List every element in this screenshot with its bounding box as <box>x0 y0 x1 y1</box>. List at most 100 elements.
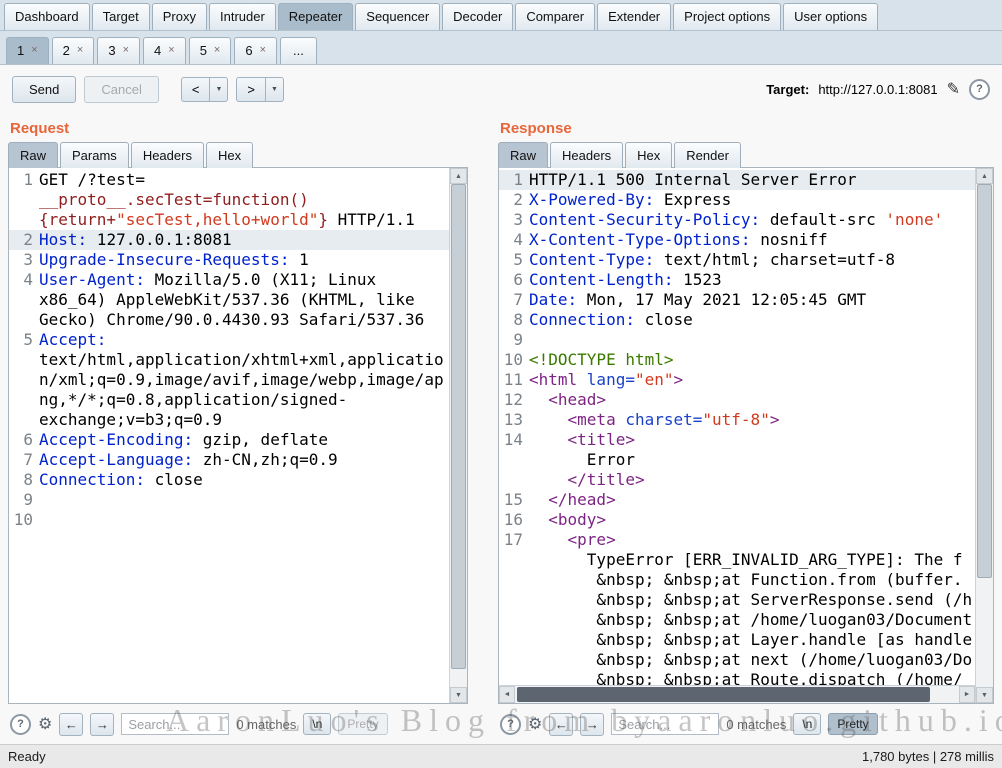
close-tab-icon[interactable]: × <box>214 45 220 56</box>
repeater-session-tab-6[interactable]: 6 × <box>234 37 278 64</box>
request-code-area[interactable]: 1 GET /?test= __proto__.secTest=function(… <box>9 168 449 703</box>
close-tab-icon[interactable]: × <box>123 45 129 56</box>
search-next-button[interactable]: → <box>580 712 605 736</box>
scroll-left-button[interactable]: ◄ <box>499 686 515 703</box>
main-tab-extender[interactable]: Extender <box>597 3 672 30</box>
response-code-line[interactable]: 17 <pre> <box>499 530 975 550</box>
search-prev-button[interactable]: ← <box>59 712 84 736</box>
response-code-line[interactable]: &nbsp; &nbsp;at Function.from (buffer. <box>499 570 975 590</box>
request-tab-raw[interactable]: Raw <box>8 142 59 168</box>
response-code-line[interactable]: 8 Connection: close <box>499 310 975 330</box>
request-code-line[interactable]: 4 User-Agent: Mozilla/5.0 (X11; Linux x86… <box>9 270 449 330</box>
newline-toggle-button[interactable]: \n <box>793 713 822 735</box>
repeater-session-tab-3[interactable]: 3 × <box>97 37 141 64</box>
request-code-line[interactable]: 1 GET /?test= __proto__.secTest=function(… <box>9 170 449 230</box>
response-code-line[interactable]: </title> <box>499 470 975 490</box>
response-code-line[interactable]: 11 <html lang="en"> <box>499 370 975 390</box>
send-button[interactable]: Send <box>12 75 77 103</box>
response-code-line[interactable]: &nbsp; &nbsp;at Layer.handle [as handle <box>499 630 975 650</box>
response-code-line[interactable]: TypeError [ERR_INVALID_ARG_TYPE]: The f <box>499 550 975 570</box>
scrollbar-thumb[interactable] <box>977 184 992 579</box>
history-forward-dropdown-icon[interactable]: ▼ <box>266 78 283 101</box>
main-tab-sequencer[interactable]: Sequencer <box>355 3 441 30</box>
scroll-down-button[interactable]: ▼ <box>976 687 993 703</box>
close-tab-icon[interactable]: × <box>31 45 37 56</box>
scrollbar-thumb[interactable] <box>451 184 466 669</box>
scrollbar-track[interactable] <box>976 184 993 687</box>
pretty-button[interactable]: Pretty <box>338 713 388 735</box>
search-next-button[interactable]: → <box>90 712 115 736</box>
request-code-line[interactable]: 3 Upgrade-Insecure-Requests: 1 <box>9 250 449 270</box>
panel-splitter[interactable] <box>468 113 498 744</box>
response-horizontal-scrollbar[interactable]: ◄ ► <box>499 685 975 703</box>
response-code-line[interactable]: Error <box>499 450 975 470</box>
edit-target-icon[interactable]: ✎ <box>947 79 960 99</box>
request-code-line[interactable]: 7 Accept-Language: zh-CN,zh;q=0.9 <box>9 450 449 470</box>
close-tab-icon[interactable]: × <box>260 45 266 56</box>
scroll-up-button[interactable]: ▲ <box>976 168 993 184</box>
response-code-line[interactable]: 4 X-Content-Type-Options: nosniff <box>499 230 975 250</box>
request-code-line[interactable]: 10 <box>9 510 449 530</box>
search-input[interactable] <box>611 713 720 735</box>
help-icon[interactable]: ? <box>969 78 990 100</box>
response-tab-render[interactable]: Render <box>674 142 741 168</box>
response-code-line[interactable]: 2 X-Powered-By: Express <box>499 190 975 210</box>
response-code-line[interactable]: 6 Content-Length: 1523 <box>499 270 975 290</box>
scrollbar-thumb[interactable] <box>517 687 930 702</box>
main-tab-user-options[interactable]: User options <box>783 3 879 30</box>
scroll-right-button[interactable]: ► <box>959 686 975 703</box>
response-code-line[interactable]: 5 Content-Type: text/html; charset=utf-8 <box>499 250 975 270</box>
response-code-line[interactable]: 1 HTTP/1.1 500 Internal Server Error <box>499 170 975 190</box>
main-tab-proxy[interactable]: Proxy <box>151 3 207 30</box>
cancel-button[interactable]: Cancel <box>84 75 159 103</box>
response-code-line[interactable]: &nbsp; &nbsp;at Route.dispatch (/home/ <box>499 670 975 685</box>
request-code-line[interactable]: 9 <box>9 490 449 510</box>
repeater-session-tab-4[interactable]: 4 × <box>143 37 186 64</box>
repeater-session-tab-1[interactable]: 1 × <box>6 37 49 64</box>
help-icon[interactable]: ? <box>500 713 521 735</box>
history-forward-button[interactable]: > <box>237 77 266 101</box>
help-icon[interactable]: ? <box>10 713 31 735</box>
response-code-area[interactable]: 1 HTTP/1.1 500 Internal Server Error 2 X-Po… <box>499 168 975 685</box>
settings-gear-icon[interactable]: ⚙ <box>38 714 52 734</box>
close-tab-icon[interactable]: × <box>168 45 174 56</box>
search-input[interactable] <box>121 713 230 735</box>
request-code-line[interactable]: 5 Accept: text/html,application/xhtml+xml… <box>9 330 449 430</box>
repeater-session-tab-more[interactable]: ... <box>280 37 317 64</box>
response-code-line[interactable]: 13 <meta charset="utf-8"> <box>499 410 975 430</box>
repeater-session-tab-2[interactable]: 2 × <box>51 37 95 64</box>
newline-toggle-button[interactable]: \n <box>303 713 332 735</box>
response-code-line[interactable]: &nbsp; &nbsp;at ServerResponse.send (/h <box>499 590 975 610</box>
response-code-line[interactable]: 12 <head> <box>499 390 975 410</box>
response-code-line[interactable]: &nbsp; &nbsp;at next (/home/luogan03/Do <box>499 650 975 670</box>
history-back-dropdown-icon[interactable]: ▼ <box>210 78 227 101</box>
response-code-line[interactable]: 3 Content-Security-Policy: default-src 'n… <box>499 210 975 230</box>
response-editor[interactable]: 1 HTTP/1.1 500 Internal Server Error 2 X-Po… <box>498 167 994 704</box>
pretty-button[interactable]: Pretty <box>828 713 878 735</box>
request-tab-params[interactable]: Params <box>60 142 129 168</box>
main-tab-dashboard[interactable]: Dashboard <box>4 3 90 30</box>
main-tab-project-options[interactable]: Project options <box>673 3 782 30</box>
request-code-line[interactable]: 6 Accept-Encoding: gzip, deflate <box>9 430 449 450</box>
request-tab-headers[interactable]: Headers <box>130 142 204 168</box>
request-code-line[interactable]: 2 Host: 127.0.0.1:8081 <box>9 230 449 250</box>
request-editor[interactable]: 1 GET /?test= __proto__.secTest=function(… <box>8 167 468 704</box>
main-tab-target[interactable]: Target <box>91 3 150 30</box>
request-code-line[interactable]: 8 Connection: close <box>9 470 449 490</box>
response-tab-raw[interactable]: Raw <box>498 142 549 168</box>
scroll-up-button[interactable]: ▲ <box>450 168 467 184</box>
response-vertical-scrollbar[interactable]: ▲ ▼ <box>975 168 993 703</box>
main-tab-comparer[interactable]: Comparer <box>515 3 596 30</box>
request-vertical-scrollbar[interactable]: ▲ ▼ <box>449 168 467 703</box>
request-tab-hex[interactable]: Hex <box>205 142 254 168</box>
main-tab-repeater[interactable]: Repeater <box>277 3 354 30</box>
history-back-button[interactable]: < <box>182 77 211 101</box>
response-tab-hex[interactable]: Hex <box>625 142 673 168</box>
response-code-line[interactable]: 9 <box>499 330 975 350</box>
settings-gear-icon[interactable]: ⚙ <box>528 714 542 734</box>
main-tab-intruder[interactable]: Intruder <box>208 3 276 30</box>
response-code-line[interactable]: 16 <body> <box>499 510 975 530</box>
response-code-line[interactable]: 15 </head> <box>499 490 975 510</box>
main-tab-decoder[interactable]: Decoder <box>442 3 514 30</box>
scrollbar-track[interactable] <box>515 686 959 703</box>
